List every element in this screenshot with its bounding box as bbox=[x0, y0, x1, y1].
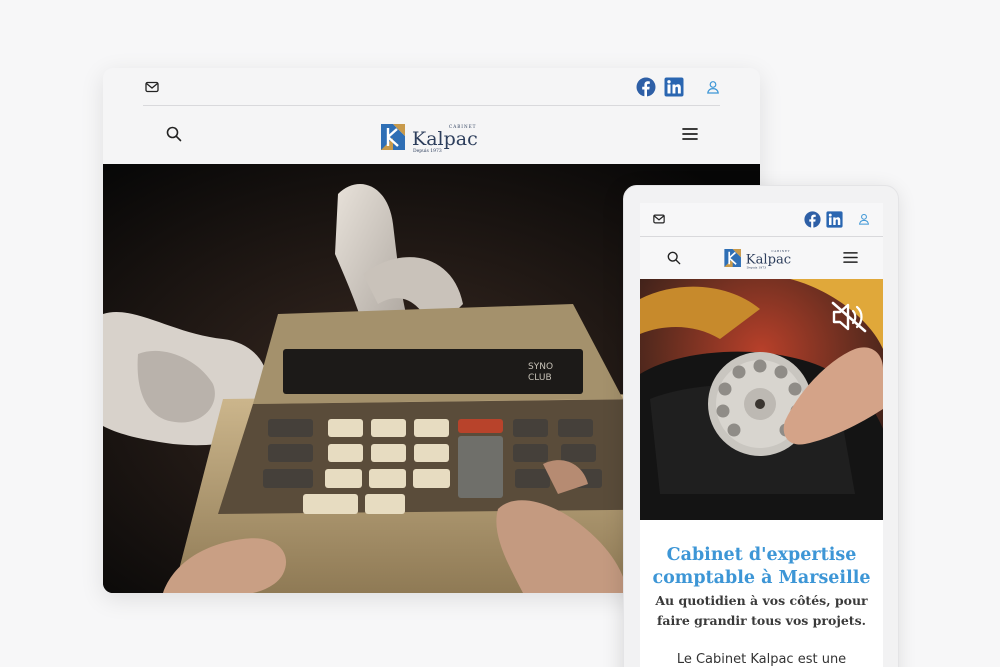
page-title: Cabinet d'expertise comptable à Marseill… bbox=[652, 545, 871, 588]
search-icon[interactable] bbox=[166, 126, 182, 142]
facebook-icon[interactable] bbox=[804, 211, 821, 228]
hero-video-phone[interactable] bbox=[640, 279, 883, 520]
hamburger-menu-icon[interactable] bbox=[682, 127, 698, 141]
facebook-icon[interactable] bbox=[636, 77, 656, 97]
kalpac-logo[interactable]: Kalpac CABINET Depuis 1973 bbox=[723, 246, 799, 270]
mail-icon[interactable] bbox=[653, 213, 665, 225]
desktop-top-bar bbox=[143, 68, 720, 106]
logo-since: Depuis 1973 bbox=[746, 265, 766, 269]
linkedin-icon[interactable] bbox=[826, 211, 843, 228]
mobile-screen: Kalpac CABINET Depuis 1973 Cabinet d'exp… bbox=[640, 203, 883, 667]
mobile-mockup: Kalpac CABINET Depuis 1973 Cabinet d'exp… bbox=[623, 185, 899, 667]
user-icon[interactable] bbox=[858, 213, 870, 225]
mail-icon[interactable] bbox=[145, 80, 159, 94]
logo-since: Depuis 1973 bbox=[413, 148, 442, 154]
logo-small-label: CABINET bbox=[449, 124, 476, 129]
search-icon[interactable] bbox=[667, 251, 681, 265]
mobile-top-bar bbox=[640, 203, 883, 237]
speaker-muted-icon[interactable] bbox=[831, 301, 867, 333]
svg-text:CLUB: CLUB bbox=[528, 373, 552, 383]
user-icon[interactable] bbox=[706, 80, 720, 94]
linkedin-icon[interactable] bbox=[664, 77, 684, 97]
page-subtitle: Au quotidien à vos côtés, pour faire gra… bbox=[655, 593, 868, 628]
svg-text:SYNO: SYNO bbox=[528, 362, 553, 372]
intro-paragraph: Le Cabinet Kalpac est une bbox=[676, 652, 847, 667]
kalpac-logo[interactable]: Kalpac CABINET Depuis 1973 bbox=[379, 120, 489, 154]
logo-small-label: CABINET bbox=[771, 249, 790, 253]
mobile-intro-section: Cabinet d'expertise comptable à Marseill… bbox=[640, 520, 883, 667]
logo-wordmark: Kalpac bbox=[412, 128, 478, 150]
mobile-nav-bar: Kalpac CABINET Depuis 1973 bbox=[640, 237, 883, 279]
hamburger-menu-icon[interactable] bbox=[843, 251, 858, 264]
desktop-nav-bar: Kalpac CABINET Depuis 1973 bbox=[103, 106, 760, 164]
